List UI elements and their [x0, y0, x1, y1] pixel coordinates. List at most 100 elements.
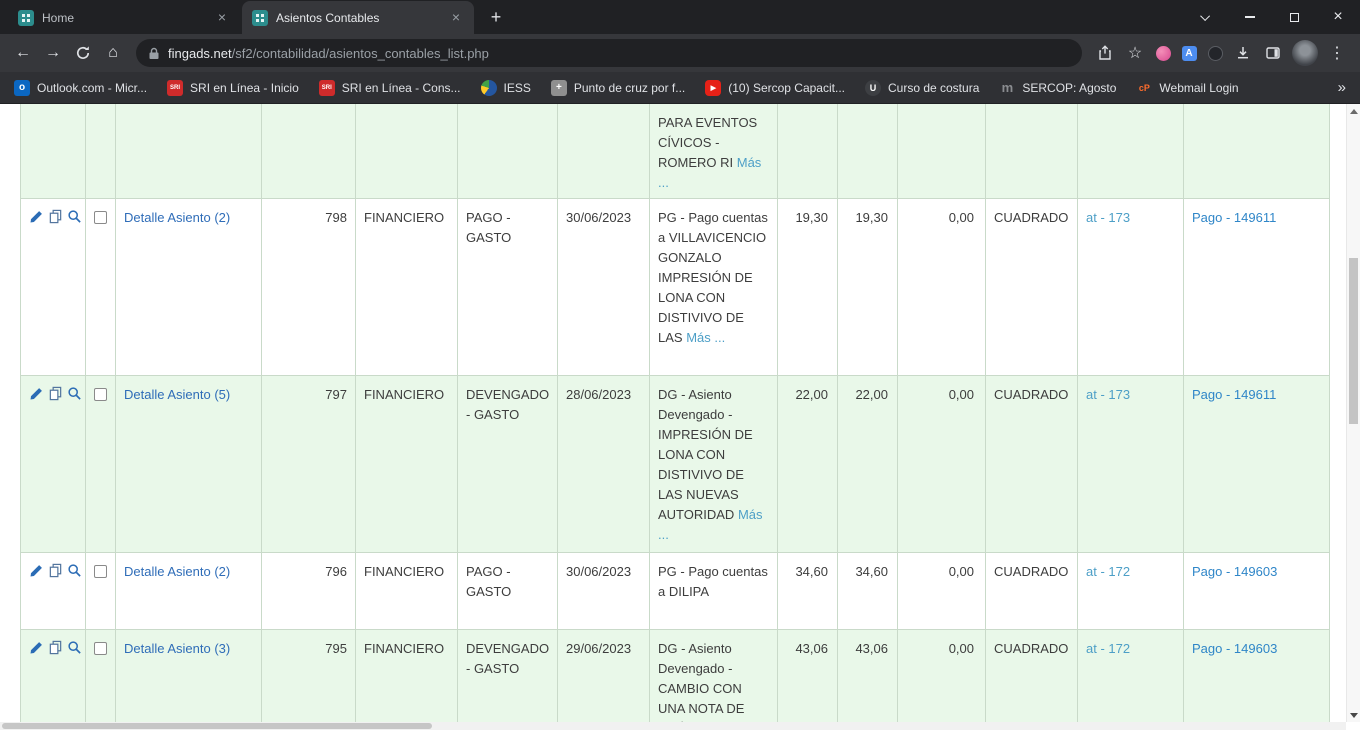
at-link[interactable]: at - 172: [1086, 641, 1130, 656]
tab-search-button[interactable]: [1184, 0, 1228, 34]
bookmarks-overflow-icon[interactable]: »: [1338, 79, 1346, 96]
close-button[interactable]: ×: [1316, 0, 1360, 34]
forward-button[interactable]: →: [38, 38, 68, 68]
tab-home[interactable]: Home ×: [8, 1, 240, 34]
home-button[interactable]: ⌂: [98, 38, 128, 68]
at-cell: at - 172: [1078, 630, 1184, 730]
table-row: Detalle Asiento (2) 796 FINANCIERO PAGO …: [20, 553, 1330, 630]
pago-cell: Pago - 149603: [1184, 630, 1330, 730]
maximize-icon: [1290, 13, 1299, 22]
youtube-favicon: ▶: [705, 80, 721, 96]
detalle-asiento-link[interactable]: Detalle Asiento (3): [124, 641, 230, 656]
numero-asiento-cell: [262, 104, 356, 198]
moodle-favicon: m: [999, 80, 1015, 96]
extension-icon-1[interactable]: [1150, 40, 1176, 66]
diferencia-cell: 0,00: [898, 199, 986, 375]
descripcion-text: DG - Asiento Devengado - IMPRESIÓN DE LO…: [658, 387, 753, 522]
view-icon[interactable]: [67, 640, 82, 655]
descripcion-cell: DG - Asiento Devengado - IMPRESIÓN DE LO…: [650, 376, 778, 552]
bookmark-webmail[interactable]: cP Webmail Login: [1136, 80, 1238, 96]
bookmark-label: IESS: [504, 81, 531, 95]
row-checkbox[interactable]: [94, 211, 107, 224]
at-link[interactable]: at - 173: [1086, 387, 1130, 402]
reload-icon: [75, 45, 91, 61]
debe-cell: 43,06: [778, 630, 838, 730]
profile-avatar[interactable]: [1292, 40, 1318, 66]
view-icon[interactable]: [67, 386, 82, 401]
detalle-cell: Detalle Asiento (5): [116, 376, 262, 552]
download-icon[interactable]: [1228, 38, 1258, 68]
copy-icon[interactable]: [48, 386, 63, 401]
menu-icon[interactable]: ⋮: [1322, 38, 1352, 68]
modulo-cell: FINANCIERO: [356, 199, 458, 375]
bookmark-curso-costura[interactable]: U Curso de costura: [865, 80, 979, 96]
fecha-cell: 28/06/2023: [558, 376, 650, 552]
bookmark-iess[interactable]: IESS: [481, 80, 531, 96]
pago-link[interactable]: Pago - 149611: [1192, 387, 1276, 402]
extension-icon-2[interactable]: [1202, 40, 1228, 66]
tab-close-icon[interactable]: ×: [448, 10, 464, 26]
bookmark-sercop-capacitacion[interactable]: ▶ (10) Sercop Capacit...: [705, 80, 845, 96]
copy-icon[interactable]: [48, 640, 63, 655]
side-panel-icon[interactable]: [1258, 38, 1288, 68]
debe-cell: 34,60: [778, 553, 838, 629]
row-checkbox[interactable]: [94, 388, 107, 401]
bookmark-sri-inicio[interactable]: SRI SRI en Línea - Inicio: [167, 80, 299, 96]
vertical-scrollbar-thumb[interactable]: [1349, 258, 1358, 424]
row-actions-cell: [20, 553, 86, 629]
bookmark-sri-consultas[interactable]: SRI SRI en Línea - Cons...: [319, 80, 461, 96]
back-button[interactable]: ←: [8, 38, 38, 68]
estado-cell: CUADRADO: [986, 376, 1078, 552]
detalle-asiento-link[interactable]: Detalle Asiento (5): [124, 387, 230, 402]
row-checkbox[interactable]: [94, 565, 107, 578]
share-icon[interactable]: [1090, 38, 1120, 68]
estado-cell: CUADRADO: [986, 630, 1078, 730]
table-row: Detalle Asiento (3) 795 FINANCIERO DEVEN…: [20, 630, 1330, 730]
address-bar[interactable]: fingads.net/sf2/contabilidad/asientos_co…: [136, 39, 1082, 67]
horizontal-scrollbar-thumb[interactable]: [2, 723, 432, 729]
at-link[interactable]: at - 173: [1086, 210, 1130, 225]
mas-link[interactable]: Más ...: [686, 330, 725, 345]
vertical-scrollbar[interactable]: [1346, 104, 1360, 722]
scroll-down-icon[interactable]: [1347, 709, 1360, 721]
at-link[interactable]: at - 172: [1086, 564, 1130, 579]
edit-icon[interactable]: [29, 563, 44, 578]
pago-cell: Pago - 149603: [1184, 553, 1330, 629]
bookmark-punto-de-cruz[interactable]: + Punto de cruz por f...: [551, 80, 685, 96]
row-actions-cell: [20, 199, 86, 375]
minimize-button[interactable]: [1228, 0, 1272, 34]
at-cell: at - 173: [1078, 376, 1184, 552]
scroll-up-icon[interactable]: [1347, 105, 1360, 117]
browser-toolbar: ← → ⌂ fingads.net/sf2/contabilidad/asien…: [0, 34, 1360, 72]
copy-icon[interactable]: [48, 563, 63, 578]
tab-asientos-contables[interactable]: Asientos Contables ×: [242, 1, 474, 34]
edit-icon[interactable]: [29, 640, 44, 655]
haber-cell: 19,30: [838, 199, 898, 375]
bookmark-label: SRI en Línea - Inicio: [190, 81, 299, 95]
fecha-cell: 29/06/2023: [558, 630, 650, 730]
pago-link[interactable]: Pago - 149611: [1192, 210, 1276, 225]
bookmark-outlook[interactable]: o Outlook.com - Micr...: [14, 80, 147, 96]
tab-close-icon[interactable]: ×: [214, 10, 230, 26]
edit-icon[interactable]: [29, 209, 44, 224]
numero-asiento-cell: 798: [262, 199, 356, 375]
pago-link[interactable]: Pago - 149603: [1192, 641, 1277, 656]
bookmark-star-icon[interactable]: ☆: [1120, 38, 1150, 68]
copy-icon[interactable]: [48, 209, 63, 224]
horizontal-scrollbar[interactable]: [0, 722, 1346, 730]
debe-cell: [778, 104, 838, 198]
detalle-asiento-link[interactable]: Detalle Asiento (2): [124, 564, 230, 579]
maximize-button[interactable]: [1272, 0, 1316, 34]
detalle-asiento-link[interactable]: Detalle Asiento (2): [124, 210, 230, 225]
bookmark-sercop-agosto[interactable]: m SERCOP: Agosto: [999, 80, 1116, 96]
new-tab-button[interactable]: +: [482, 3, 510, 31]
reload-button[interactable]: [68, 38, 98, 68]
edit-icon[interactable]: [29, 386, 44, 401]
view-icon[interactable]: [67, 209, 82, 224]
row-checkbox[interactable]: [94, 642, 107, 655]
diferencia-cell: 0,00: [898, 553, 986, 629]
view-icon[interactable]: [67, 563, 82, 578]
descripcion-text: PG - Pago cuentas a DILIPA: [658, 564, 768, 599]
pago-link[interactable]: Pago - 149603: [1192, 564, 1277, 579]
extension-icon-translate[interactable]: A: [1176, 40, 1202, 66]
